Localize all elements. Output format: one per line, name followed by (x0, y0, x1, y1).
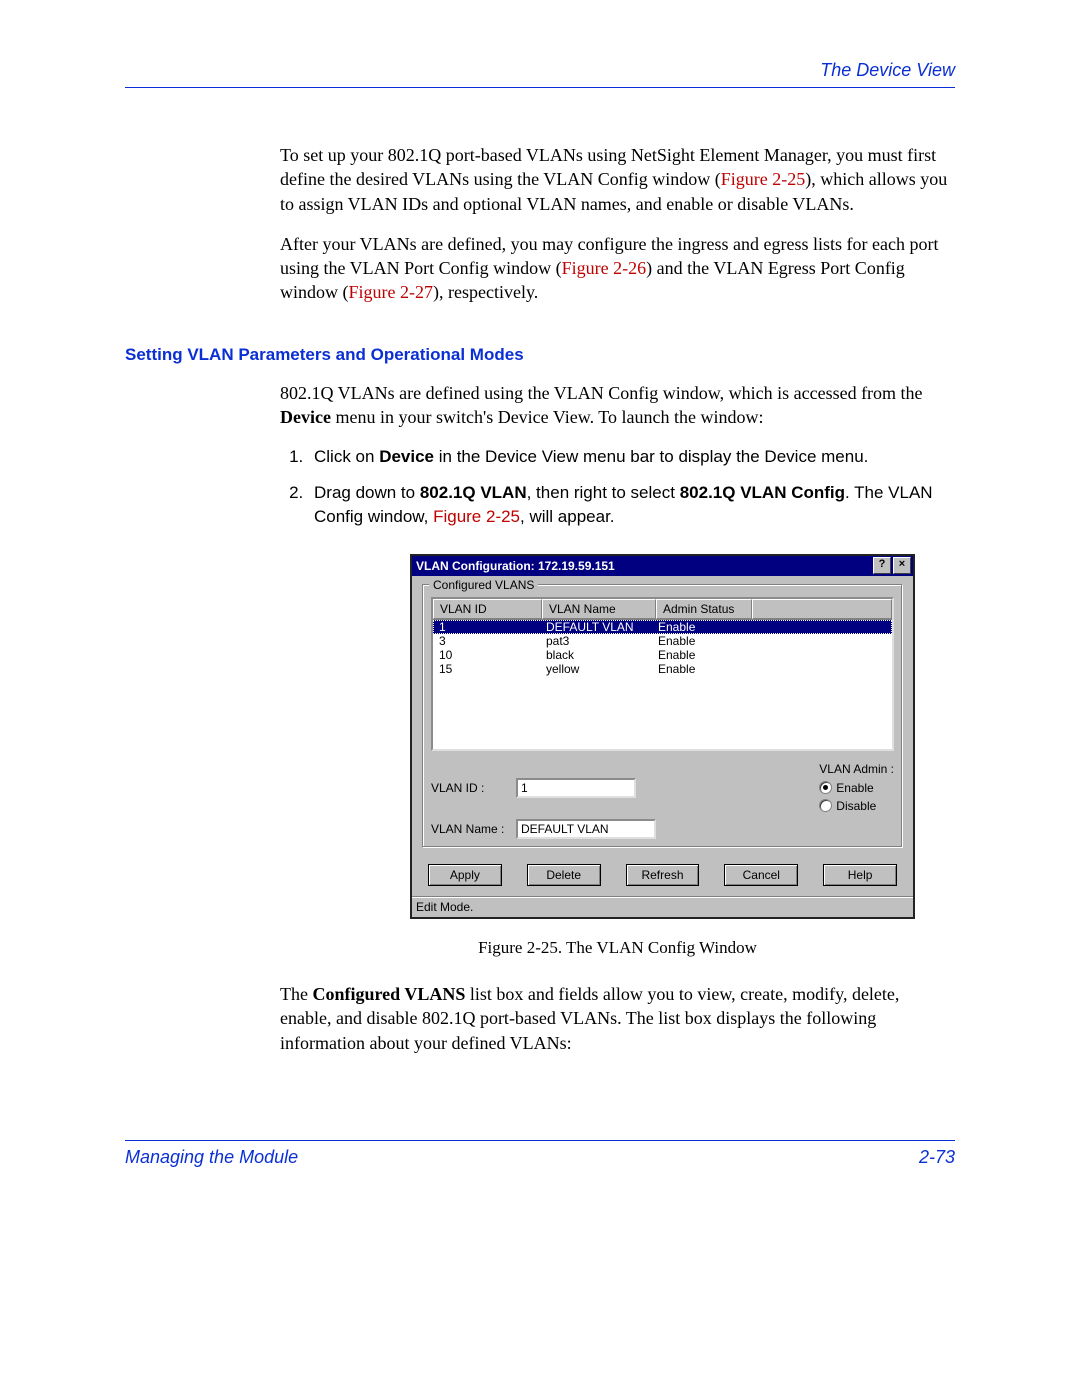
list-item[interactable]: 15 yellow Enable (433, 662, 892, 676)
radio-icon (819, 781, 832, 794)
bold-text: Configured VLANS (312, 984, 465, 1004)
running-header: The Device View (125, 60, 955, 81)
vlan-config-dialog: VLAN Configuration: 172.19.59.151 ? × Co… (410, 554, 915, 919)
text: Drag down to (314, 483, 420, 502)
step-item: Drag down to 802.1Q VLAN, then right to … (308, 481, 955, 529)
cell: Enable (652, 648, 746, 662)
text: , will appear. (520, 507, 615, 526)
list-header: VLAN ID VLAN Name Admin Status (433, 599, 892, 620)
paragraph: The Configured VLANS list box and fields… (280, 982, 955, 1055)
vlan-listbox[interactable]: VLAN ID VLAN Name Admin Status 1 DEFAULT… (431, 597, 894, 751)
cell: Enable (652, 662, 746, 676)
cancel-button[interactable]: Cancel (724, 864, 798, 886)
text: in the Device View menu bar to display t… (434, 447, 868, 466)
cell: 15 (433, 662, 540, 676)
radio-label: Enable (836, 781, 873, 795)
paragraph: 802.1Q VLANs are defined using the VLAN … (280, 381, 955, 430)
cell: Enable (652, 620, 746, 634)
col-header[interactable]: VLAN Name (542, 599, 656, 619)
bold-text: Device (379, 447, 434, 466)
text: The (280, 984, 312, 1004)
text: Click on (314, 447, 379, 466)
cell: Enable (652, 634, 746, 648)
figure-xref: Figure 2-25 (721, 169, 806, 189)
list-item[interactable]: 3 pat3 Enable (433, 634, 892, 648)
refresh-button[interactable]: Refresh (626, 864, 700, 886)
list-item[interactable]: 1 DEFAULT VLAN Enable (433, 620, 892, 634)
cell: yellow (540, 662, 652, 676)
dialog-title: VLAN Configuration: 172.19.59.151 (416, 558, 871, 574)
cell: DEFAULT VLAN (540, 620, 652, 634)
enable-radio[interactable]: Enable (819, 779, 894, 797)
close-icon[interactable]: × (893, 557, 911, 574)
bold-text: 802.1Q VLAN Config (680, 483, 845, 502)
paragraph: After your VLANs are defined, you may co… (280, 232, 955, 305)
step-item: Click on Device in the Device View menu … (308, 445, 955, 469)
bold-text: 802.1Q VLAN (420, 483, 527, 502)
paragraph: To set up your 802.1Q port-based VLANs u… (280, 143, 955, 216)
dialog-titlebar: VLAN Configuration: 172.19.59.151 ? × (412, 556, 913, 576)
text: menu in your switch's Device View. To la… (331, 407, 764, 427)
apply-button[interactable]: Apply (428, 864, 502, 886)
figure-xref: Figure 2-25 (433, 507, 520, 526)
text: ), respectively. (433, 282, 538, 302)
radio-icon (819, 799, 832, 812)
page-number: 2-73 (919, 1147, 955, 1168)
col-header[interactable]: VLAN ID (433, 599, 542, 619)
section-heading: Setting VLAN Parameters and Operational … (125, 345, 955, 365)
numbered-steps: Click on Device in the Device View menu … (280, 445, 955, 528)
vlan-name-field[interactable] (516, 819, 656, 839)
figure-xref: Figure 2-27 (349, 282, 434, 302)
vlan-id-field[interactable] (516, 778, 636, 798)
radio-label: Disable (836, 799, 876, 813)
footer-chapter: Managing the Module (125, 1147, 298, 1168)
text: 802.1Q VLANs are defined using the VLAN … (280, 383, 923, 403)
header-divider (125, 87, 955, 88)
figure-xref: Figure 2-26 (562, 258, 647, 278)
vlan-admin-group: VLAN Admin : Enable Disable (819, 761, 894, 815)
vlan-name-label: VLAN Name : (431, 821, 516, 837)
configured-vlans-group: Configured VLANS VLAN ID VLAN Name Admin… (422, 584, 903, 848)
cell: black (540, 648, 652, 662)
dialog-statusbar: Edit Mode. (412, 896, 913, 917)
disable-radio[interactable]: Disable (819, 797, 894, 815)
col-header[interactable] (752, 599, 892, 619)
list-item[interactable]: 10 black Enable (433, 648, 892, 662)
cell: 10 (433, 648, 540, 662)
cell: pat3 (540, 634, 652, 648)
help-icon[interactable]: ? (873, 557, 891, 574)
figure-caption: Figure 2-25. The VLAN Config Window (280, 937, 955, 960)
help-button[interactable]: Help (823, 864, 897, 886)
cell: 1 (433, 620, 540, 634)
vlan-admin-label: VLAN Admin : (819, 761, 894, 777)
text: , then right to select (527, 483, 680, 502)
delete-button[interactable]: Delete (527, 864, 601, 886)
col-header[interactable]: Admin Status (656, 599, 752, 619)
dialog-button-row: Apply Delete Refresh Cancel Help (422, 856, 903, 894)
footer-divider (125, 1140, 955, 1141)
vlan-id-label: VLAN ID : (431, 780, 516, 796)
bold-text: Device (280, 407, 331, 427)
cell: 3 (433, 634, 540, 648)
group-label: Configured VLANS (429, 577, 538, 593)
